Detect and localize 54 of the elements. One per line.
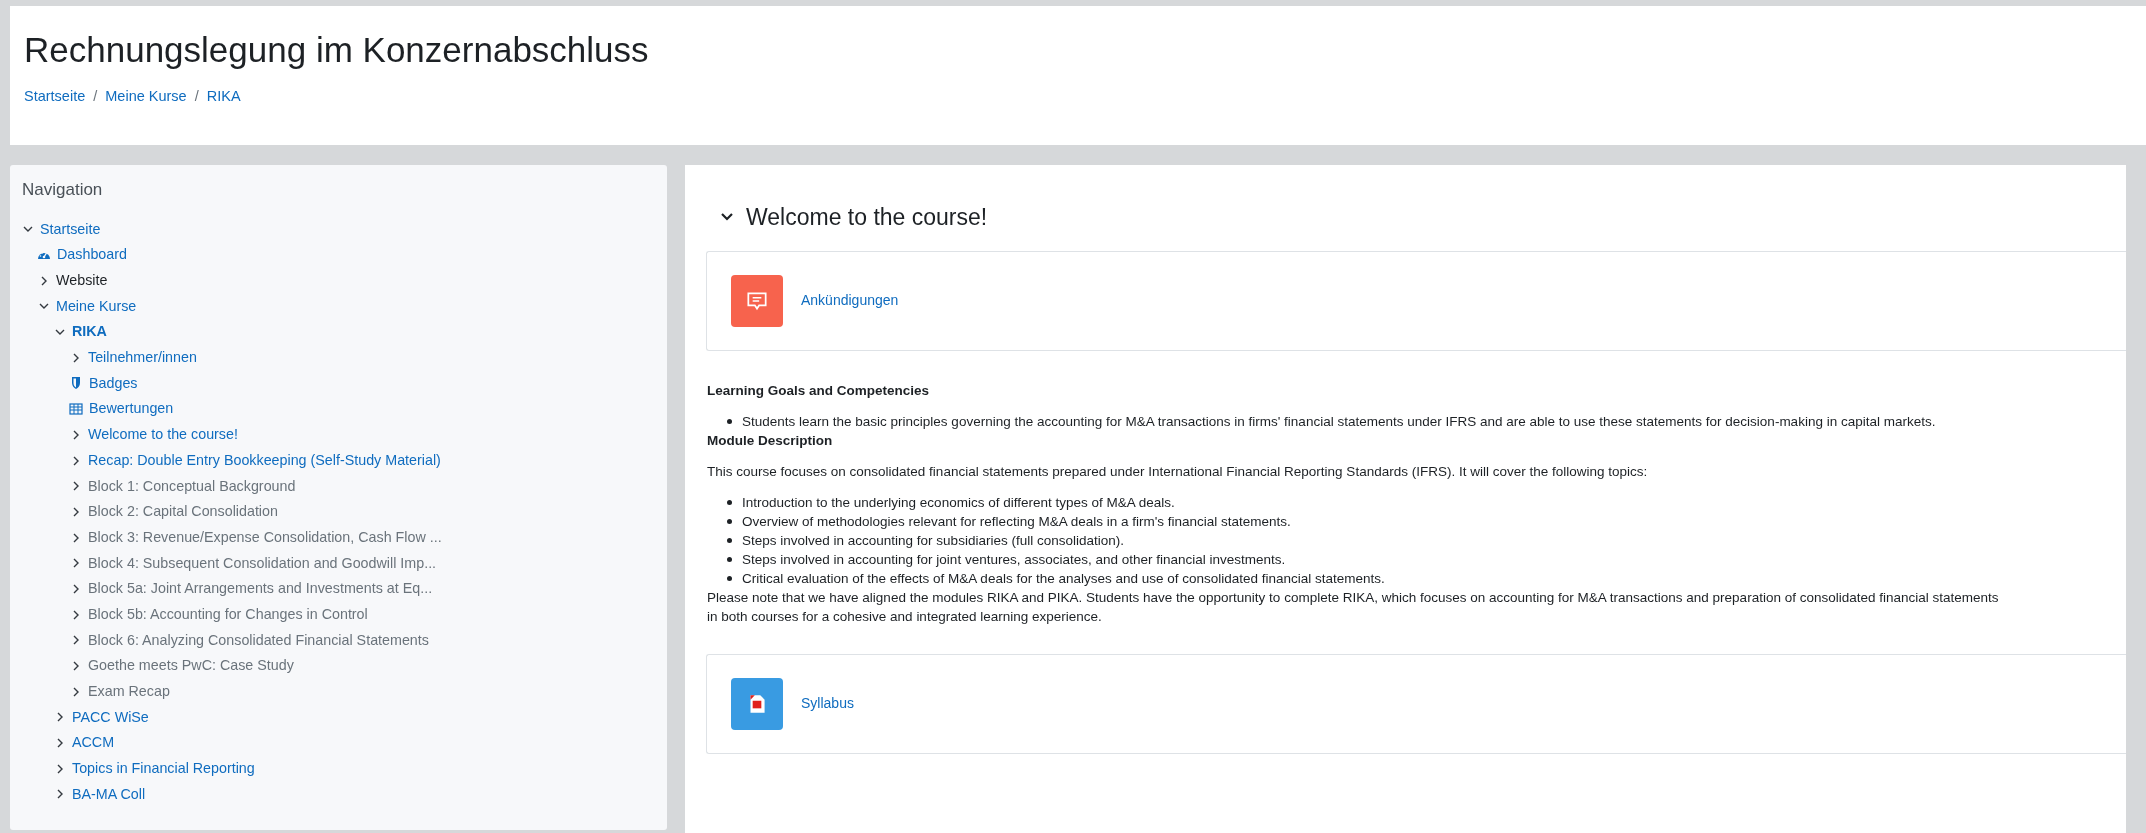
nav-item[interactable]: Topics in Financial Reporting (72, 758, 255, 780)
nav-item[interactable]: BA-MA Coll (72, 783, 146, 806)
topic-text: Steps involved in accounting for joint ventures, associates, and other financial investments. (742, 550, 1286, 569)
nav-item[interactable]: Welcome to the course! (88, 424, 238, 446)
nav-item[interactable]: Website (56, 270, 108, 292)
topic-text: Overview of methodologies relevant for reflecting M&A deals in a firm's financial statements. (742, 512, 1291, 531)
nav-item[interactable]: Badges (89, 372, 138, 395)
speech-bubble-icon (731, 274, 783, 327)
goal-text: Students learn the basic principles governing the accounting for M&A transactions in firms' financial statements under IFRS and are able to use these statements for decision-making in capital markets. (742, 412, 1936, 431)
breadcrumb-link[interactable]: RIKA (206, 85, 241, 108)
panel-title: Navigation (22, 179, 103, 201)
bullet (727, 575, 732, 581)
nav-item[interactable]: Block 5b: Accounting for Changes in Control (88, 603, 368, 626)
intro-paragraph: This course focuses on consolidated financial statements prepared under International Financial Reporting Standards (IFRS). It will cover the following topics: (707, 462, 1648, 481)
nav-item[interactable]: Block 3: Revenue/Expense Consolidation, Cash Flow ... (88, 526, 442, 549)
nav-item[interactable]: Dashboard (57, 244, 127, 266)
nav-item[interactable]: Meine Kurse (56, 295, 137, 318)
section-heading: Module Description (707, 431, 833, 450)
breadcrumb-separator: / (194, 86, 199, 106)
bullet (727, 537, 732, 543)
section-heading: Learning Goals and Competencies (707, 381, 930, 400)
breadcrumb-separator: / (93, 86, 98, 106)
nav-item[interactable]: Recap: Double Entry Bookkeeping (Self-Study Material) (88, 449, 441, 472)
bullet (727, 499, 732, 505)
nav-item[interactable]: Goethe meets PwC: Case Study (88, 655, 294, 677)
nav-item[interactable]: PACC WiSe (72, 706, 149, 729)
section-title: Welcome to the course! (746, 203, 988, 232)
nav-item[interactable]: Block 6: Analyzing Consolidated Financial Statements (88, 629, 429, 652)
course-title: Rechnungslegung im Konzernabschluss (24, 29, 649, 71)
breadcrumb-link[interactable]: Meine Kurse (105, 85, 187, 108)
topic-text: Introduction to the underlying economics of different types of M&A deals. (742, 493, 1175, 512)
document-icon (731, 677, 783, 730)
nav-item[interactable]: Startseite (40, 218, 101, 241)
breadcrumb-link[interactable]: Startseite (24, 85, 86, 108)
nav-item[interactable]: ACCM (72, 732, 115, 754)
bullet (727, 556, 732, 562)
nav-item[interactable]: Exam Recap (88, 681, 170, 703)
nav-item[interactable]: Block 1: Conceptual Background (88, 475, 296, 497)
note-text: in both courses for a cohesive and integrated learning experience. (707, 607, 1102, 626)
nav-item[interactable]: Block 5a: Joint Arrangements and Investments at Eq... (88, 578, 433, 600)
table-icon (69, 402, 83, 417)
activity-link[interactable]: Ankündigungen (801, 290, 899, 311)
bullet (727, 418, 732, 424)
shield-icon (69, 376, 83, 391)
note-text: Please note that we have aligned the modules RIKA and PIKA. Students have the opportunity to complete RIKA, which focuses on accounting for M&A transactions and preparation of consolidated financial statements (707, 588, 1999, 607)
nav-item[interactable]: Teilnehmer/innen (88, 347, 197, 369)
nav-item[interactable]: Block 4: Subsequent Consolidation and Goodwill Imp... (88, 552, 437, 574)
topic-text: Steps involved in accounting for subsidiaries (full consolidation). (742, 531, 1124, 550)
topic-text: Critical evaluation of the effects of M&A deals for the analyses and use of consolidated financial statements. (742, 569, 1385, 588)
nav-item[interactable]: Block 2: Capital Consolidation (88, 501, 278, 523)
nav-item[interactable]: RIKA (72, 321, 107, 343)
nav-item[interactable]: Bewertungen (89, 398, 174, 420)
bullet (727, 518, 732, 524)
activity-link[interactable]: Syllabus (801, 693, 854, 714)
